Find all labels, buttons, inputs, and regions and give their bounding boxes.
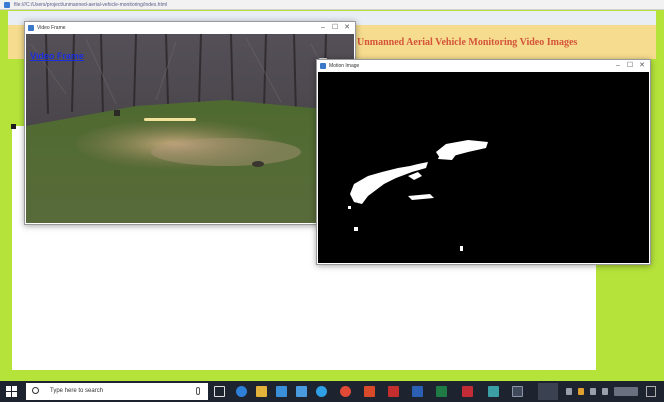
window-app-icon: [28, 25, 34, 31]
address-text: file:///C:/Users/project/unmanned-aerial…: [14, 2, 168, 8]
task-view-icon[interactable]: [214, 386, 225, 397]
mask-window-titlebar[interactable]: Motion Image – ☐ ✕: [317, 60, 650, 72]
minimize-button[interactable]: –: [612, 60, 624, 72]
terminal-icon[interactable]: [512, 386, 523, 397]
volume-icon[interactable]: [602, 388, 608, 395]
minimize-button[interactable]: –: [317, 22, 329, 34]
page-icon: [4, 2, 10, 8]
taskbar-search-box[interactable]: Type here to search: [26, 383, 208, 400]
windows-start-icon[interactable]: [6, 386, 17, 397]
video-frame-link[interactable]: Video Frame: [30, 51, 84, 61]
pdf-icon[interactable]: [388, 386, 399, 397]
office-icon[interactable]: [364, 386, 375, 397]
clock-area[interactable]: [614, 387, 638, 396]
tray-app-icon[interactable]: [578, 388, 584, 395]
video-scene: [26, 34, 354, 223]
video-window-titlebar[interactable]: Video Frame – ☐ ✕: [25, 22, 355, 34]
excel-icon[interactable]: [436, 386, 447, 397]
window-app-icon: [320, 63, 326, 69]
browser-icon[interactable]: [316, 386, 327, 397]
edge-icon[interactable]: [236, 386, 247, 397]
app-icon[interactable]: [462, 386, 473, 397]
search-icon: [32, 387, 39, 394]
network-icon[interactable]: [590, 388, 596, 395]
search-placeholder: Type here to search: [50, 388, 104, 394]
mask-window-title: Motion Image: [329, 63, 360, 69]
banner-title: Unmanned Aerial Vehicle Monitoring Video…: [357, 37, 578, 48]
cursor-marker: [11, 124, 16, 129]
chrome-icon[interactable]: [340, 386, 351, 397]
file-explorer-icon[interactable]: [256, 386, 267, 397]
notifications-icon[interactable]: [646, 386, 656, 397]
motion-mask-image: [318, 72, 649, 263]
mail-icon[interactable]: [296, 386, 307, 397]
close-button[interactable]: ✕: [636, 60, 648, 72]
maximize-button[interactable]: ☐: [624, 60, 636, 72]
tray-chevron-icon[interactable]: [566, 388, 572, 395]
store-icon[interactable]: [276, 386, 287, 397]
video-window-title: Video Frame: [37, 25, 66, 31]
video-app-icon[interactable]: [488, 386, 499, 397]
motion-image-window[interactable]: Motion Image – ☐ ✕: [316, 59, 651, 265]
word-icon[interactable]: [412, 386, 423, 397]
browser-address-bar[interactable]: file:///C:/Users/project/unmanned-aerial…: [0, 0, 664, 10]
taskbar: Type here to search: [0, 381, 664, 402]
video-frame-image: [26, 34, 354, 223]
microphone-icon[interactable]: [196, 387, 200, 395]
close-button[interactable]: ✕: [341, 22, 353, 34]
active-app-highlight[interactable]: [538, 383, 558, 400]
motion-blobs: [318, 72, 649, 263]
maximize-button[interactable]: ☐: [329, 22, 341, 34]
